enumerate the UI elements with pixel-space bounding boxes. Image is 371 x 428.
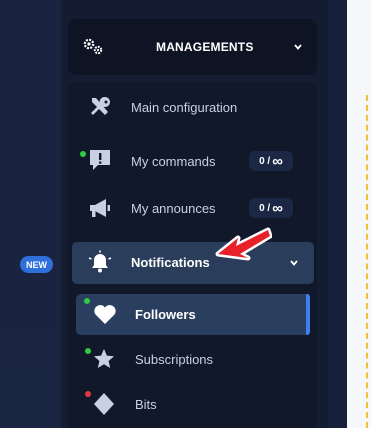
submenu-item-subscriptions[interactable]: Subscriptions — [68, 344, 317, 374]
infinity-icon: ∞ — [272, 199, 283, 217]
status-dot-green — [80, 151, 86, 157]
submenu-item-followers[interactable]: Followers — [76, 294, 310, 335]
status-dot-red — [85, 391, 91, 397]
menu-item-main-configuration[interactable]: Main configuration — [68, 92, 317, 122]
submenu-item-bits[interactable]: Bits — [68, 389, 317, 419]
menu-item-label: Main configuration — [131, 100, 238, 115]
menu-item-label: My commands — [131, 154, 216, 169]
chevron-down-icon — [290, 260, 298, 266]
tools-icon — [91, 96, 110, 115]
announces-quota-badge: 0 / ∞ — [249, 198, 293, 218]
menu-item-my-commands[interactable]: My commands 0 / ∞ — [68, 146, 317, 176]
exclamation-bubble-icon — [90, 150, 110, 170]
submenu-item-label: Bits — [135, 397, 157, 412]
submenu-item-label: Followers — [135, 307, 196, 322]
megaphone-icon — [90, 199, 110, 217]
new-badge: NEW — [20, 256, 53, 273]
managements-label: MANAGEMENTS — [156, 40, 254, 54]
status-dot-green — [84, 298, 90, 304]
menu-item-notifications[interactable]: Notifications — [72, 242, 314, 284]
quota-count: 0 / — [259, 202, 271, 214]
submenu-item-label: Subscriptions — [135, 352, 214, 367]
gears-icon — [83, 38, 103, 55]
diamond-icon — [94, 393, 114, 415]
infinity-icon: ∞ — [272, 152, 283, 170]
star-icon — [94, 349, 114, 368]
left-background-strip — [0, 0, 70, 428]
menu-item-label: My announces — [131, 201, 216, 216]
dashed-divider — [366, 95, 368, 428]
heart-icon — [94, 305, 116, 324]
managements-dropdown[interactable]: MANAGEMENTS — [68, 19, 317, 75]
bell-icon — [88, 250, 112, 273]
active-indicator — [306, 294, 310, 335]
menu-item-label: Notifications — [131, 255, 210, 270]
chevron-down-icon — [294, 44, 302, 50]
commands-quota-badge: 0 / ∞ — [249, 151, 293, 171]
menu-item-my-announces[interactable]: My announces 0 / ∞ — [68, 193, 317, 223]
status-dot-green — [85, 348, 91, 354]
annotation-arrow-icon — [215, 227, 272, 261]
quota-count: 0 / — [259, 155, 271, 167]
